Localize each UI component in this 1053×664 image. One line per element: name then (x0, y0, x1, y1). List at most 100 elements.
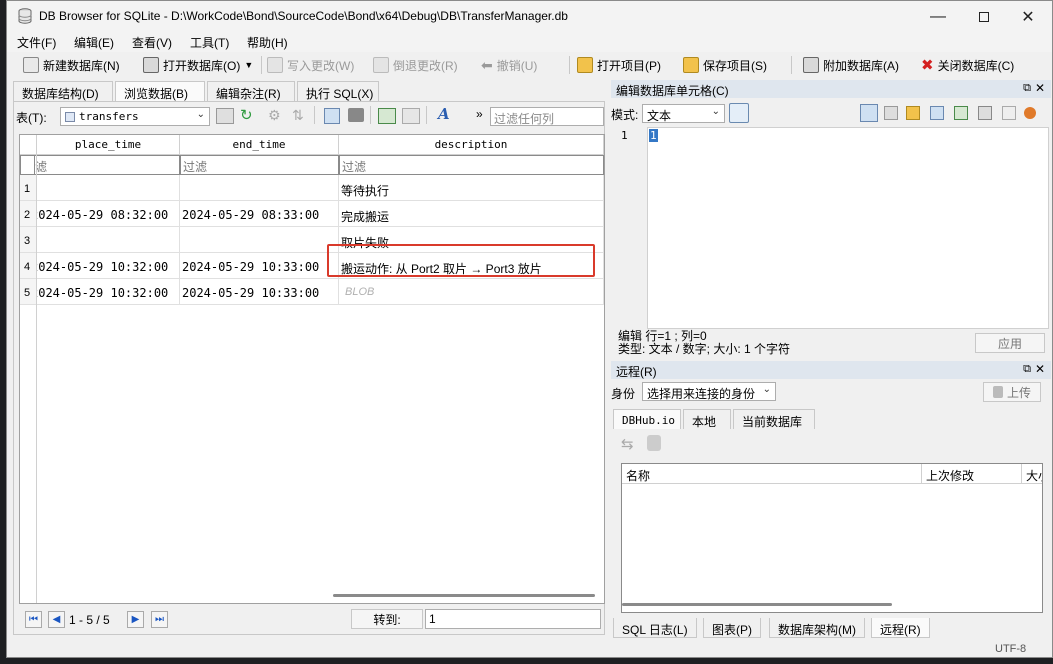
upload-button[interactable]: 上传 (983, 382, 1041, 402)
column-header-place-time[interactable]: place_time (37, 135, 180, 155)
table-cell[interactable] (37, 227, 180, 253)
attach-database-icon (803, 57, 819, 73)
row-header[interactable]: 2 (20, 201, 37, 227)
chevron-down-icon[interactable]: ▼ (244, 60, 253, 70)
table-cell[interactable] (37, 175, 180, 201)
open-project-button[interactable]: 打开项目(P) (577, 55, 661, 75)
close-icon: ✕ (1021, 8, 1035, 26)
font-format-icon[interactable]: A (438, 105, 450, 123)
set-null-icon[interactable] (954, 106, 968, 120)
page-range: 1 - 5 / 5 (69, 613, 110, 627)
previous-page-button[interactable]: ◀ (48, 611, 65, 628)
menu-help[interactable]: 帮助(H) (247, 34, 288, 51)
filter-all-columns-input[interactable]: 过滤任何列 (490, 107, 604, 126)
auto-format-icon[interactable] (729, 103, 749, 123)
row-header[interactable]: 3 (20, 227, 37, 253)
refresh-icon[interactable]: ↻ (240, 106, 253, 124)
tab-browse-data[interactable]: 浏览数据(B) (115, 81, 205, 101)
mode-select-value: 文本 (647, 109, 672, 123)
attach-database-button[interactable]: 附加数据库(A) (803, 55, 899, 75)
sort-icon[interactable]: ⇅ (292, 107, 304, 124)
column-header-description[interactable]: description (339, 135, 604, 155)
table-cell[interactable]: 2024-05-29 10:32:00 (37, 253, 180, 279)
table-cell[interactable]: 2024-05-29 10:33:00 (180, 279, 339, 305)
table-cell[interactable]: 2024-05-29 10:32:00 (37, 279, 180, 305)
clone-icon[interactable] (647, 435, 661, 451)
horizontal-scrollbar[interactable] (622, 603, 892, 606)
tab-database-structure[interactable]: 数据库结构(D) (13, 81, 113, 101)
tab-plot[interactable]: 图表(P) (703, 618, 761, 638)
filter-clear-icon[interactable] (216, 108, 234, 124)
refresh-icon[interactable]: ⇆ (621, 435, 634, 453)
float-dock-icon[interactable]: ⧉ (1023, 82, 1031, 95)
new-database-button[interactable]: 新建数据库(N) (23, 55, 120, 75)
menu-edit[interactable]: 编辑(E) (74, 34, 114, 51)
menu-view[interactable]: 查看(V) (132, 34, 172, 51)
mode-select[interactable]: 文本 ⌄ (642, 104, 725, 123)
column-header-name[interactable]: 名称 (622, 464, 922, 484)
tab-edit-pragmas[interactable]: 编辑杂注(R) (207, 81, 295, 101)
row-header[interactable]: 4 (20, 253, 37, 279)
maximize-button[interactable] (961, 1, 1007, 32)
table-cell[interactable] (180, 227, 339, 253)
import-icon[interactable] (906, 106, 920, 120)
close-window-button[interactable]: ✕ (1005, 1, 1051, 32)
first-page-button[interactable]: ⏮ (25, 611, 42, 628)
goto-button[interactable]: 转到: (351, 609, 423, 629)
table-cell[interactable]: 2024-05-29 08:32:00 (37, 201, 180, 227)
print-icon[interactable] (348, 108, 364, 122)
export-icon[interactable] (930, 106, 944, 120)
more-chevron-icon[interactable]: » (476, 107, 483, 121)
tab-local[interactable]: 本地 (683, 409, 731, 429)
close-dock-icon[interactable]: ✕ (1035, 81, 1045, 95)
tab-dbhub[interactable]: DBHub.io (613, 409, 681, 429)
table-cell[interactable]: 完成搬运 (339, 201, 604, 227)
table-cell[interactable] (180, 175, 339, 201)
insert-record-icon[interactable] (378, 108, 396, 124)
undo-button[interactable]: ⬅ 撤销(U) (481, 55, 537, 75)
tab-current-database[interactable]: 当前数据库 (733, 409, 815, 429)
save-table-icon[interactable] (324, 108, 340, 124)
cell-editor[interactable]: 1 (647, 127, 1049, 329)
open-database-button[interactable]: 打开数据库(O) ▼ (143, 55, 253, 75)
word-wrap-icon[interactable] (860, 104, 878, 122)
table-cell[interactable]: 2024-05-29 08:33:00 (180, 201, 339, 227)
next-page-button[interactable]: ▶ (127, 611, 144, 628)
print-icon[interactable] (978, 106, 992, 120)
clear-filters-icon[interactable]: ⚙ (268, 107, 281, 124)
clear-icon[interactable] (1002, 106, 1016, 120)
close-database-button[interactable]: ✖ 关闭数据库(C) (921, 55, 1014, 75)
table-cell-blob[interactable]: BLOB (339, 279, 604, 305)
apply-button[interactable]: 应用 (975, 333, 1045, 353)
row-header[interactable]: 5 (20, 279, 37, 305)
menu-tools[interactable]: 工具(T) (190, 34, 229, 51)
table-cell[interactable]: 等待执行 (339, 175, 604, 201)
minimize-button[interactable]: — (915, 1, 961, 32)
tab-remote[interactable]: 远程(R) (871, 618, 930, 638)
filter-description[interactable]: 过滤 (339, 155, 604, 175)
delete-record-icon[interactable] (402, 108, 420, 124)
tab-sql-log[interactable]: SQL 日志(L) (613, 618, 697, 638)
close-dock-icon[interactable]: ✕ (1035, 362, 1045, 376)
revert-changes-button[interactable]: 倒退更改(R) (373, 55, 458, 75)
write-changes-button[interactable]: 写入更改(W) (267, 55, 354, 75)
goto-input[interactable]: 1 (425, 609, 601, 629)
table-select[interactable]: transfers ⌄ (60, 107, 210, 126)
apply-icon[interactable] (1024, 107, 1036, 119)
table-cell[interactable]: 2024-05-29 10:33:00 (180, 253, 339, 279)
filter-end-time[interactable]: 过滤 (180, 155, 339, 175)
horizontal-scrollbar[interactable] (333, 594, 595, 597)
column-header-end-time[interactable]: end_time (180, 135, 339, 155)
tab-execute-sql[interactable]: 执行 SQL(X) (297, 81, 379, 101)
row-header[interactable]: 1 (20, 175, 37, 201)
menu-file[interactable]: 文件(F) (17, 34, 56, 51)
float-dock-icon[interactable]: ⧉ (1023, 363, 1031, 376)
identity-select[interactable]: 选择用来连接的身份 ⌄ (642, 382, 776, 401)
tab-db-schema[interactable]: 数据库架构(M) (769, 618, 865, 638)
indent-icon[interactable] (884, 106, 898, 120)
column-header-last-modified[interactable]: 上次修改 (922, 464, 1022, 484)
filter-place-time[interactable]: 过滤 (34, 155, 180, 175)
save-project-button[interactable]: 保存项目(S) (683, 55, 767, 75)
column-header-size[interactable]: 大小 (1022, 464, 1042, 484)
last-page-button[interactable]: ⏭ (151, 611, 168, 628)
